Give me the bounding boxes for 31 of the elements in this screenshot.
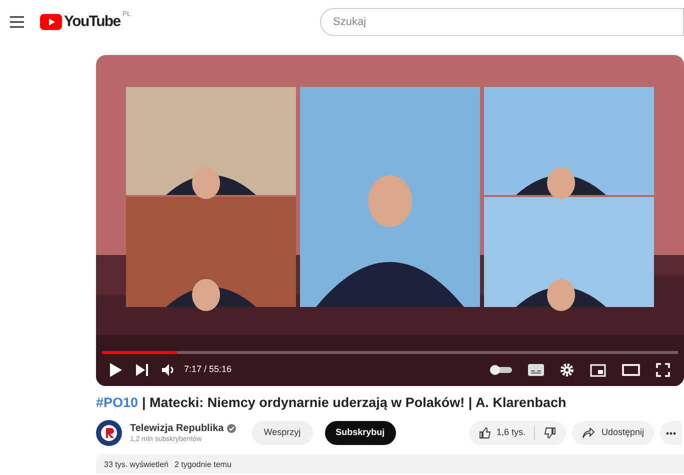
time-display: 7:17 / 55:16 — [184, 363, 232, 376]
subscribe-button[interactable]: Subskrybuj — [324, 421, 396, 445]
progress-track[interactable] — [102, 351, 678, 354]
thumbs-up-icon — [479, 427, 492, 439]
menu-icon[interactable] — [10, 16, 24, 28]
dislike-button[interactable] — [544, 427, 556, 439]
channel-avatar-icon[interactable] — [96, 420, 122, 446]
fullscreen-icon[interactable] — [656, 363, 670, 377]
logo-text[interactable]: YouTube — [64, 14, 120, 30]
settings-icon[interactable] — [560, 363, 574, 377]
share-arrow-icon — [582, 428, 596, 438]
hashtag-link[interactable]: #PO10 — [96, 394, 138, 412]
play-icon[interactable] — [110, 363, 122, 377]
more-button[interactable] — [660, 421, 682, 445]
next-icon[interactable] — [136, 364, 148, 376]
more-icon — [666, 432, 676, 434]
autoplay-toggle-icon[interactable] — [490, 365, 512, 375]
share-button[interactable]: Udostępnij — [572, 421, 654, 445]
play-logo-icon — [40, 14, 62, 30]
subtitles-icon[interactable] — [528, 364, 544, 376]
support-button[interactable]: Wesprzyj — [252, 421, 313, 445]
description-panel[interactable]: 33 tys. wyświetleń 2 tygodnie temu — [96, 454, 684, 474]
video-title: | Matecki: Niemcy ordynarnie uderzają w Polaków! | A. Klarenbach — [142, 394, 566, 412]
search-field[interactable]: Szukaj — [320, 8, 684, 36]
channel-name[interactable]: Telewizja Republika — [130, 422, 224, 434]
volume-icon[interactable] — [162, 364, 176, 376]
view-count: 33 tys. wyświetleń — [104, 460, 168, 471]
upload-date: 2 tygodnie temu — [174, 460, 232, 471]
miniplayer-icon[interactable] — [590, 364, 606, 376]
thumbs-down-icon — [544, 427, 556, 439]
theater-icon[interactable] — [622, 364, 640, 376]
